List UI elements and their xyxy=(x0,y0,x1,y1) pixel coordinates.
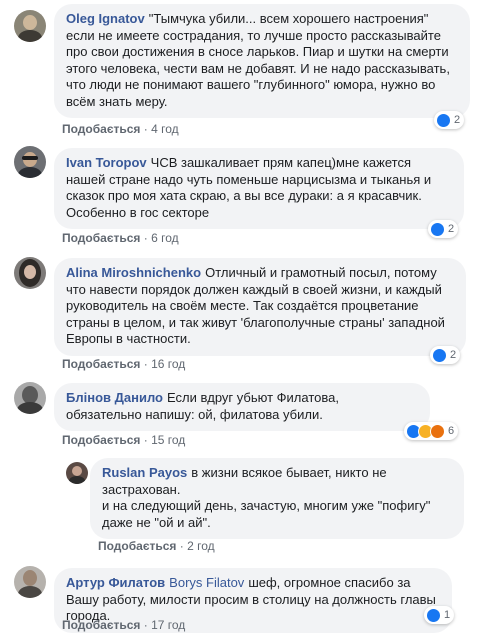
comment-author[interactable]: Alina Miroshnichenko xyxy=(66,265,201,280)
separator: · xyxy=(143,433,148,447)
comment-actions: Подобається · 16 год xyxy=(62,357,185,371)
like-button[interactable]: Подобається xyxy=(62,122,140,136)
comment-time[interactable]: 6 год xyxy=(151,231,179,245)
comment-author[interactable]: Блінов Данило xyxy=(66,390,163,405)
like-button[interactable]: Подобається xyxy=(62,618,140,632)
reaction-count: 1 xyxy=(444,609,451,621)
comment-bubble: Ivan Toropov ЧСВ зашкаливает прям капец)м… xyxy=(54,148,464,229)
comment-author[interactable]: Ruslan Payos xyxy=(102,465,187,480)
separator: · xyxy=(179,539,184,553)
reaction-summary[interactable]: 2 xyxy=(434,111,465,129)
separator: · xyxy=(143,357,148,371)
like-button[interactable]: Подобається xyxy=(62,357,140,371)
comment-bubble: Oleg Ignatov "Тымчука убили... всем хорош… xyxy=(54,4,470,118)
comment-time[interactable]: 2 год xyxy=(187,539,215,553)
like-reaction-icon xyxy=(436,112,451,128)
like-button[interactable]: Подобається xyxy=(98,539,176,553)
comment-author[interactable]: Oleg Ignatov xyxy=(66,11,145,26)
separator: · xyxy=(143,231,148,245)
reaction-summary[interactable]: 2 xyxy=(430,346,461,364)
reaction-summary[interactable]: 6 xyxy=(404,422,459,440)
comment-time[interactable]: 4 год xyxy=(151,122,179,136)
comment-author[interactable]: Артур Филатов xyxy=(66,575,165,590)
comment-text-line2: и на следующий день, зачастую, многим уж… xyxy=(102,498,431,530)
mention-link[interactable]: Borys Filatov xyxy=(169,575,244,590)
avatar[interactable] xyxy=(14,566,46,598)
comment-time[interactable]: 17 год xyxy=(151,618,185,632)
angry-reaction-icon xyxy=(430,423,445,439)
comment-actions: Подобається · 17 год xyxy=(62,618,185,632)
like-button[interactable]: Подобається xyxy=(62,231,140,245)
comment-bubble: Блінов Данило Если вдруг убьют Филатова, … xyxy=(54,383,430,431)
avatar[interactable] xyxy=(14,382,46,414)
like-reaction-icon xyxy=(430,221,445,237)
reaction-count: 6 xyxy=(448,425,455,437)
comment-actions: Подобається · 2 год xyxy=(98,539,215,553)
comment-time[interactable]: 15 год xyxy=(151,433,185,447)
reaction-summary[interactable]: 1 xyxy=(424,606,455,624)
reaction-summary[interactable]: 2 xyxy=(428,220,459,238)
avatar[interactable] xyxy=(66,462,88,484)
comment-actions: Подобається · 4 год xyxy=(62,122,179,136)
avatar[interactable] xyxy=(14,146,46,178)
comment-actions: Подобається · 15 год xyxy=(62,433,185,447)
reaction-count: 2 xyxy=(448,223,455,235)
comment-author[interactable]: Ivan Toropov xyxy=(66,155,147,170)
avatar[interactable] xyxy=(14,257,46,289)
comment-bubble: Alina Miroshnichenko Отличный и грамотный… xyxy=(54,258,466,356)
comment-bubble: Ruslan Payos в жизни всякое бывает, никто… xyxy=(90,458,464,539)
reaction-count: 2 xyxy=(450,349,457,361)
comment-actions: Подобається · 6 год xyxy=(62,231,179,245)
like-reaction-icon xyxy=(426,607,441,623)
separator: · xyxy=(143,122,148,136)
avatar[interactable] xyxy=(14,10,46,42)
like-button[interactable]: Подобається xyxy=(62,433,140,447)
reaction-count: 2 xyxy=(454,114,461,126)
comment-time[interactable]: 16 год xyxy=(151,357,185,371)
like-reaction-icon xyxy=(432,347,447,363)
separator: · xyxy=(143,618,148,632)
